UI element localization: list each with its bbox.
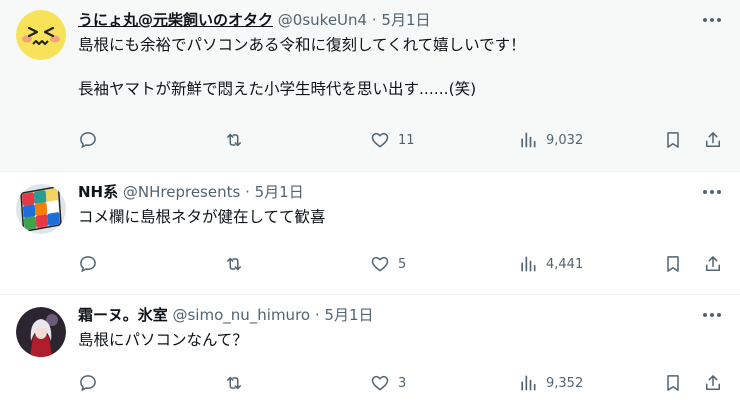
- more-icon[interactable]: [700, 303, 724, 327]
- action-bar: 5 4,441: [78, 248, 730, 280]
- tweet-date[interactable]: 5月1日: [255, 183, 304, 201]
- reply-icon: [80, 375, 96, 391]
- view-count: 4,441: [546, 256, 584, 272]
- tweet-text-line: 長袖ヤマトが新鮮で悶えた小学生時代を思い出す......(笑): [78, 80, 477, 98]
- share-button[interactable]: [703, 367, 723, 399]
- tweet-text: 島根にも余裕でパソコンある令和に復刻してくれて嬉しいです！ 長袖ヤマトが新鮮で悶…: [78, 34, 526, 100]
- retweet-button[interactable]: [224, 367, 244, 399]
- bookmark-button[interactable]: [663, 124, 683, 156]
- retweet-icon: [227, 133, 241, 147]
- tweet[interactable]: うにょ丸@元柴飼いのオタク @0sukeUn4 · 5月1日 島根にも余裕でパソ…: [0, 0, 740, 172]
- retweet-button[interactable]: [224, 124, 244, 156]
- view-count: 9,352: [546, 375, 584, 391]
- reply-icon: [80, 132, 96, 148]
- reply-button[interactable]: [78, 248, 98, 280]
- bookmark-icon: [667, 375, 679, 391]
- like-count: 3: [398, 375, 407, 391]
- like-button[interactable]: 11: [370, 124, 415, 156]
- avatar[interactable]: [16, 184, 66, 234]
- tweet[interactable]: 霜ーヌ。氷室 @simo_nu_himuro · 5月1日 島根にパソコンなんて…: [0, 295, 740, 415]
- display-name[interactable]: NH系: [78, 183, 118, 201]
- like-button[interactable]: 5: [370, 248, 406, 280]
- views-icon: [521, 256, 536, 272]
- share-icon: [706, 132, 720, 147]
- separator-dot: ·: [245, 183, 250, 201]
- reply-button[interactable]: [78, 367, 98, 399]
- tweet-header: 霜ーヌ。氷室 @simo_nu_himuro · 5月1日: [78, 305, 374, 325]
- tweet-text: コメ欄に島根ネタが健在してて歓喜: [78, 206, 326, 228]
- tweet-header: NH系 @NHrepresents · 5月1日: [78, 182, 304, 202]
- action-bar: 3 9,352: [78, 367, 730, 399]
- display-name[interactable]: うにょ丸@元柴飼いのオタク: [78, 11, 273, 29]
- bookmark-icon: [667, 132, 679, 148]
- share-button[interactable]: [703, 124, 723, 156]
- like-button[interactable]: 3: [370, 367, 406, 399]
- views-button[interactable]: 9,032: [518, 124, 583, 156]
- tweet[interactable]: NH系 @NHrepresents · 5月1日 コメ欄に島根ネタが健在してて歓…: [0, 172, 740, 295]
- tweet-text: 島根にパソコンなんて？: [78, 329, 248, 351]
- avatar[interactable]: [16, 307, 66, 357]
- views-button[interactable]: 9,352: [518, 367, 583, 399]
- tweet-text-line: コメ欄に島根ネタが健在してて歓喜: [78, 208, 326, 226]
- reply-button[interactable]: [78, 124, 98, 156]
- views-icon: [521, 375, 536, 391]
- retweet-icon: [227, 376, 241, 390]
- bookmark-button[interactable]: [663, 248, 683, 280]
- heart-icon: [371, 132, 389, 148]
- share-button[interactable]: [703, 248, 723, 280]
- bookmark-button[interactable]: [663, 367, 683, 399]
- tweet-text-line: 島根にも余裕でパソコンある令和に復刻してくれて嬉しいです！: [78, 36, 526, 54]
- bookmark-icon: [667, 256, 679, 272]
- views-button[interactable]: 4,441: [518, 248, 583, 280]
- retweet-icon: [227, 257, 241, 271]
- view-count: 9,032: [546, 132, 584, 148]
- tweet-header: うにょ丸@元柴飼いのオタク @0sukeUn4 · 5月1日: [78, 10, 431, 30]
- tweet-date[interactable]: 5月1日: [381, 11, 430, 29]
- user-handle[interactable]: @simo_nu_himuro: [172, 306, 310, 324]
- separator-dot: ·: [314, 306, 320, 324]
- like-count: 5: [398, 256, 407, 272]
- separator-dot: ·: [371, 11, 377, 29]
- user-handle[interactable]: @0sukeUn4: [278, 11, 367, 29]
- share-icon: [706, 256, 720, 271]
- tweet-text-line: 島根にパソコンなんて？: [78, 331, 248, 349]
- heart-icon: [371, 256, 389, 272]
- more-icon[interactable]: [700, 8, 724, 32]
- heart-icon: [371, 375, 389, 391]
- like-count: 11: [398, 132, 415, 148]
- views-icon: [521, 132, 536, 148]
- retweet-button[interactable]: [224, 248, 244, 280]
- share-icon: [706, 375, 720, 390]
- tweet-date[interactable]: 5月1日: [324, 306, 373, 324]
- action-bar: 11 9,032: [78, 124, 730, 156]
- avatar[interactable]: [16, 10, 66, 60]
- user-handle[interactable]: @NHrepresents: [123, 183, 240, 201]
- more-icon[interactable]: [700, 180, 724, 204]
- display-name[interactable]: 霜ーヌ。氷室: [78, 306, 168, 324]
- reply-icon: [80, 256, 96, 272]
